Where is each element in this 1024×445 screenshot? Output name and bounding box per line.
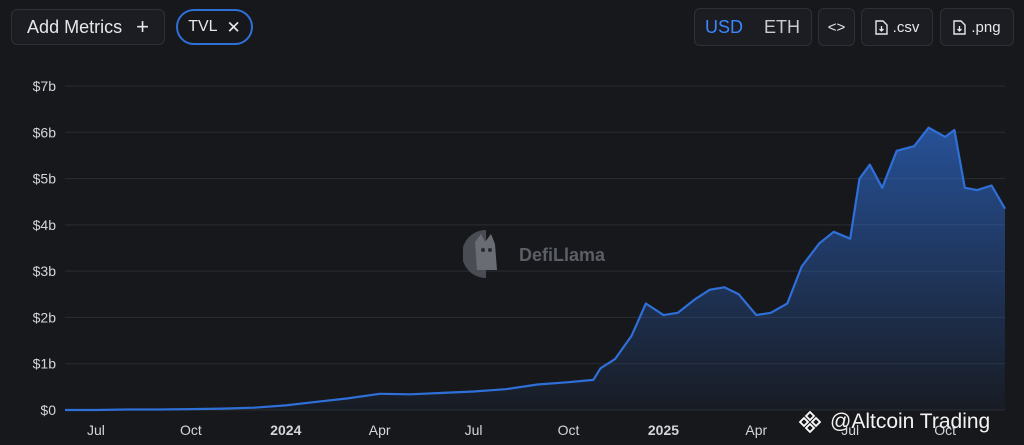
x-tick-label: 2025	[648, 422, 679, 438]
embed-button[interactable]: <>	[818, 8, 855, 46]
currency-eth-button[interactable]: ETH	[753, 9, 811, 45]
y-tick-label: $7b	[33, 78, 57, 94]
plus-icon: +	[136, 14, 149, 39]
attribution-text: @Altcoin Trading	[830, 410, 991, 433]
x-tick-label: Oct	[180, 422, 202, 438]
y-tick-label: $2b	[33, 309, 57, 325]
add-metrics-label: Add Metrics	[27, 16, 123, 37]
download-csv-button[interactable]: .csv	[861, 8, 933, 46]
y-tick-label: $6b	[33, 124, 57, 140]
download-file-icon	[953, 19, 967, 35]
metric-chip-label: TVL	[188, 18, 218, 35]
defillama-logo-icon	[463, 230, 497, 278]
currency-usd-button[interactable]: USD	[695, 9, 753, 45]
y-tick-label: $1b	[33, 356, 57, 372]
y-tick-label: $0	[40, 402, 56, 418]
x-tick-label: Oct	[558, 422, 580, 438]
png-label: .png	[971, 18, 1001, 36]
tvl-metric-chip[interactable]: TVL ✕	[176, 9, 253, 45]
x-tick-label: Apr	[745, 422, 767, 438]
add-metrics-button[interactable]: Add Metrics +	[11, 9, 165, 45]
download-file-icon	[874, 19, 888, 35]
x-tick-label: 2024	[270, 422, 301, 438]
binance-logo-icon	[798, 410, 822, 434]
tvl-chart[interactable]: $0 $1b $2b $3b $4b $5b $6b $7b Jul Oct 2024 Apr Jul O…	[0, 56, 1024, 445]
csv-label: .csv	[892, 18, 920, 36]
download-png-button[interactable]: .png	[940, 8, 1014, 46]
toolbar: Add Metrics + TVL ✕ USD ETH <> .csv .png	[0, 0, 1024, 56]
close-icon[interactable]: ✕	[227, 19, 241, 36]
x-tick-label: Jul	[87, 422, 105, 438]
x-tick-label: Apr	[369, 422, 391, 438]
y-tick-label: $5b	[33, 171, 57, 187]
code-icon: <>	[827, 18, 846, 36]
tvl-area-fill	[65, 127, 1005, 410]
y-tick-label: $4b	[33, 217, 57, 233]
currency-toggle: USD ETH	[694, 8, 812, 46]
watermark-text: DefiLlama	[519, 245, 606, 265]
y-tick-label: $3b	[33, 263, 57, 279]
attribution-overlay: @Altcoin Trading	[798, 408, 990, 436]
x-tick-label: Jul	[465, 422, 483, 438]
